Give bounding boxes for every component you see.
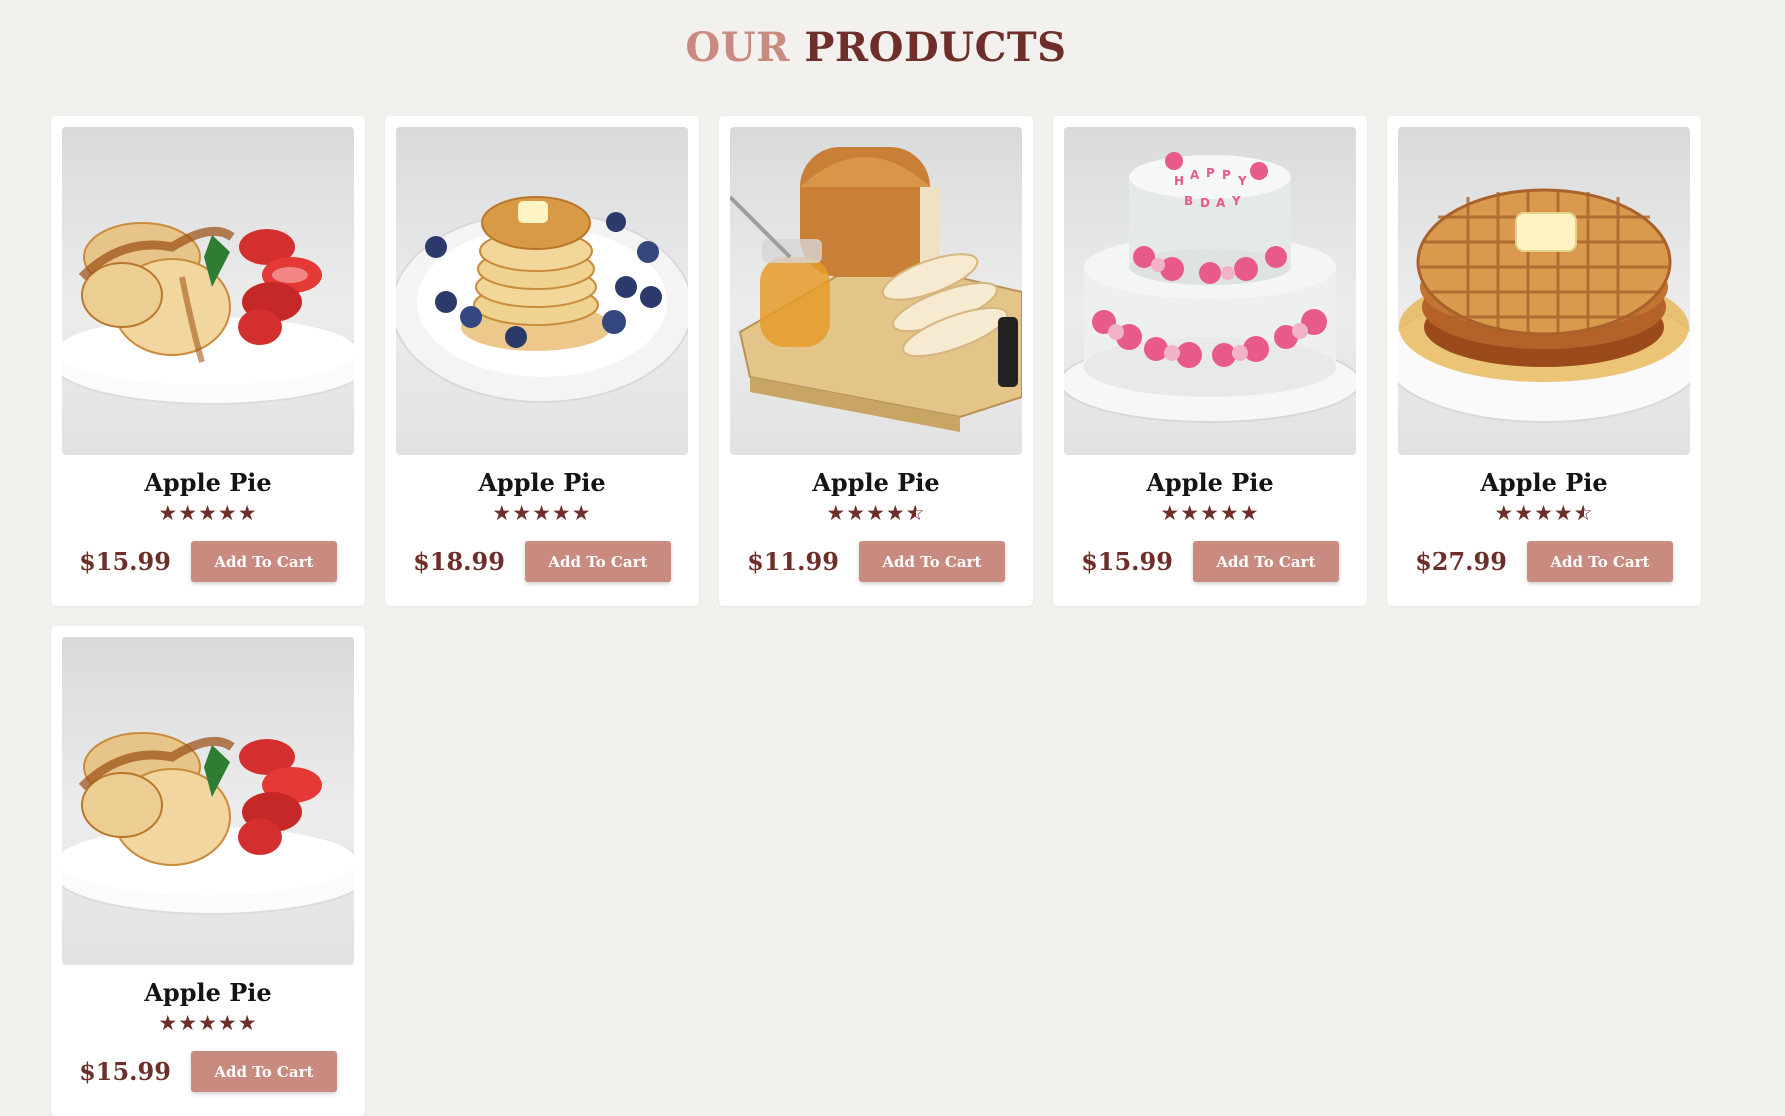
- product-price: $18.99: [413, 547, 505, 576]
- section-title-word-our: OUR: [685, 24, 790, 71]
- star-full-icon: ★: [217, 1011, 238, 1035]
- product-price: $27.99: [1415, 547, 1507, 576]
- star-full-icon: ★: [1219, 501, 1240, 525]
- svg-text:A: A: [1216, 196, 1226, 210]
- star-full-icon: ★: [846, 501, 867, 525]
- star-full-icon: ★: [1494, 501, 1515, 525]
- product-rating: ★★★★☆★: [1398, 501, 1690, 527]
- add-to-cart-button[interactable]: Add To Cart: [524, 541, 671, 582]
- product-card: HAP PY BDAY Apple Pie ★★★★★ $15.99 Add T…: [1053, 116, 1367, 606]
- svg-text:A: A: [1190, 168, 1200, 182]
- product-image[interactable]: [62, 637, 354, 965]
- product-rating: ★★★★★: [1064, 501, 1356, 527]
- star-full-icon: ★: [551, 501, 572, 525]
- star-full-icon: ★: [1514, 501, 1535, 525]
- star-full-icon: ★: [512, 501, 533, 525]
- svg-text:Y: Y: [1231, 194, 1241, 208]
- star-full-icon: ★: [1553, 501, 1574, 525]
- product-price: $15.99: [1081, 547, 1173, 576]
- star-full-icon: ★: [492, 501, 513, 525]
- star-full-icon: ★: [237, 1011, 258, 1035]
- svg-text:H: H: [1174, 174, 1184, 188]
- svg-text:Y: Y: [1237, 174, 1247, 188]
- product-card: Apple Pie ★★★★★ $15.99 Add To Cart: [51, 626, 365, 1116]
- product-rating: ★★★★★: [396, 501, 688, 527]
- svg-text:B: B: [1184, 194, 1193, 208]
- add-to-cart-button[interactable]: Add To Cart: [190, 541, 337, 582]
- product-card: Apple Pie ★★★★★ $15.99 Add To Cart: [51, 116, 365, 606]
- section-title: OUR PRODUCTS: [0, 24, 1752, 71]
- star-full-icon: ★: [866, 501, 886, 525]
- star-full-icon: ★: [885, 501, 906, 525]
- product-card: Apple Pie ★★★★☆★ $11.99 Add To Cart: [719, 116, 1033, 606]
- star-full-icon: ★: [178, 1011, 199, 1035]
- star-full-icon: ★: [1239, 501, 1260, 525]
- star-full-icon: ★: [826, 501, 847, 525]
- star-full-icon: ★: [1180, 501, 1201, 525]
- product-name: Apple Pie: [478, 468, 606, 497]
- product-price: $15.99: [79, 1057, 171, 1086]
- product-image[interactable]: [730, 127, 1022, 455]
- star-full-icon: ★: [158, 501, 179, 525]
- star-full-icon: ★: [1534, 501, 1554, 525]
- section-title-word-products: PRODUCTS: [804, 24, 1067, 71]
- star-full-icon: ★: [532, 501, 552, 525]
- add-to-cart-button[interactable]: Add To Cart: [190, 1051, 337, 1092]
- product-name: Apple Pie: [144, 978, 272, 1007]
- star-full-icon: ★: [571, 501, 592, 525]
- star-half-icon: ☆★: [905, 501, 926, 525]
- product-image[interactable]: [396, 127, 688, 455]
- star-full-icon: ★: [1200, 501, 1220, 525]
- product-rating: ★★★★★: [62, 1011, 354, 1037]
- star-full-icon: ★: [1160, 501, 1181, 525]
- product-price: $15.99: [79, 547, 171, 576]
- product-name: Apple Pie: [812, 468, 940, 497]
- product-card: Apple Pie ★★★★☆★ $27.99 Add To Cart: [1387, 116, 1701, 606]
- product-name: Apple Pie: [1146, 468, 1274, 497]
- star-full-icon: ★: [198, 501, 218, 525]
- product-rating: ★★★★☆★: [730, 501, 1022, 527]
- add-to-cart-button[interactable]: Add To Cart: [1526, 541, 1673, 582]
- product-price: $11.99: [747, 547, 839, 576]
- add-to-cart-button[interactable]: Add To Cart: [858, 541, 1005, 582]
- add-to-cart-button[interactable]: Add To Cart: [1192, 541, 1339, 582]
- product-image[interactable]: [62, 127, 354, 455]
- star-full-icon: ★: [158, 1011, 179, 1035]
- product-image[interactable]: [1398, 127, 1690, 455]
- product-rating: ★★★★★: [62, 501, 354, 527]
- product-image[interactable]: HAP PY BDAY: [1064, 127, 1356, 455]
- star-full-icon: ★: [237, 501, 258, 525]
- svg-text:D: D: [1200, 196, 1210, 210]
- svg-text:P: P: [1222, 168, 1231, 182]
- star-full-icon: ★: [198, 1011, 218, 1035]
- product-grid: Apple Pie ★★★★★ $15.99 Add To Cart Apple…: [51, 116, 1701, 1116]
- product-card: Apple Pie ★★★★★ $18.99 Add To Cart: [385, 116, 699, 606]
- star-half-icon: ☆★: [1573, 501, 1594, 525]
- star-full-icon: ★: [178, 501, 199, 525]
- star-full-icon: ★: [217, 501, 238, 525]
- svg-text:P: P: [1206, 166, 1215, 180]
- product-name: Apple Pie: [1480, 468, 1608, 497]
- product-name: Apple Pie: [144, 468, 272, 497]
